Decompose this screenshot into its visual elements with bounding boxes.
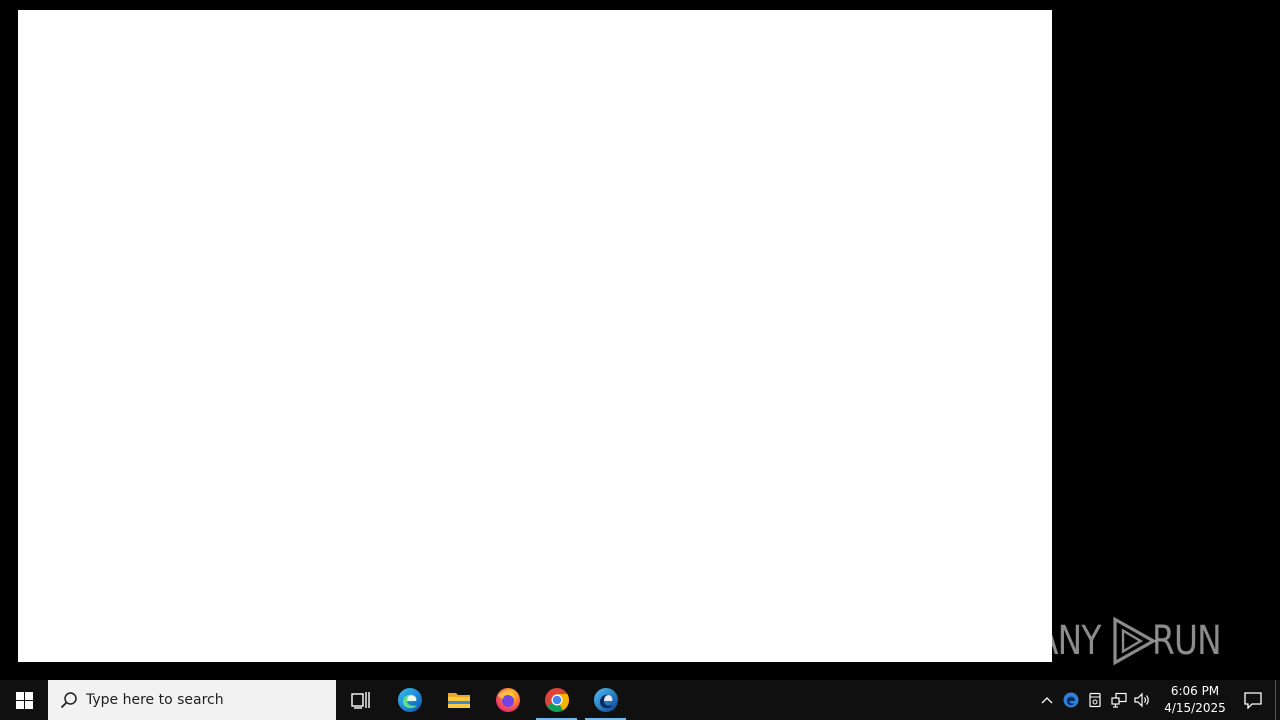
taskbar-edge-button[interactable] — [385, 680, 434, 720]
volume-icon — [1134, 692, 1149, 708]
device-icon — [1089, 692, 1101, 708]
start-button[interactable] — [0, 680, 48, 720]
chrome-icon — [544, 688, 569, 713]
tray-edge-beta-button[interactable] — [1059, 680, 1083, 720]
taskbar-edge-beta-button[interactable] — [581, 680, 630, 720]
tray-volume-button[interactable] — [1131, 680, 1155, 720]
edge-beta-icon — [593, 688, 618, 712]
clock-time: 6:06 PM — [1170, 684, 1220, 698]
watermark-left-text: ANY — [1036, 618, 1101, 664]
show-desktop-button[interactable] — [1275, 680, 1280, 720]
watermark-right-text: RUN — [1152, 618, 1222, 664]
taskbar-search-box[interactable]: Type here to search — [48, 680, 336, 720]
chevron-up-icon — [1041, 697, 1053, 704]
task-view-button[interactable] — [336, 680, 385, 720]
tray-network-button[interactable] — [1107, 680, 1131, 720]
system-tray: 6:06 PM 4/15/2025 — [1035, 680, 1280, 720]
taskbar-file-explorer-button[interactable] — [434, 680, 483, 720]
show-hidden-icons-button[interactable] — [1035, 680, 1059, 720]
firefox-icon — [495, 688, 520, 712]
desktop-background[interactable]: ANY RUN — [0, 0, 1280, 680]
taskbar-firefox-button[interactable] — [483, 680, 532, 720]
taskbar: Type here to search 6:06 PM 4/15/2025 — [0, 680, 1280, 720]
edge-icon — [397, 688, 422, 712]
taskbar-chrome-button[interactable] — [532, 680, 581, 720]
clock-date: 4/15/2025 — [1164, 701, 1226, 715]
windows-logo-icon — [15, 691, 33, 709]
search-icon — [60, 692, 77, 709]
folder-icon — [447, 693, 470, 708]
anyrun-watermark: ANY RUN — [1036, 608, 1236, 674]
play-logo-icon — [1113, 616, 1157, 666]
taskbar-clock[interactable]: 6:06 PM 4/15/2025 — [1159, 680, 1231, 720]
search-placeholder: Type here to search — [86, 692, 224, 708]
notification-icon — [1244, 691, 1262, 709]
edge-beta-tray-icon — [1063, 692, 1079, 708]
blank-app-window[interactable] — [18, 10, 1052, 662]
action-center-button[interactable] — [1231, 680, 1275, 720]
tray-device-button[interactable] — [1083, 680, 1107, 720]
network-icon — [1111, 692, 1127, 708]
task-view-icon — [350, 692, 370, 709]
